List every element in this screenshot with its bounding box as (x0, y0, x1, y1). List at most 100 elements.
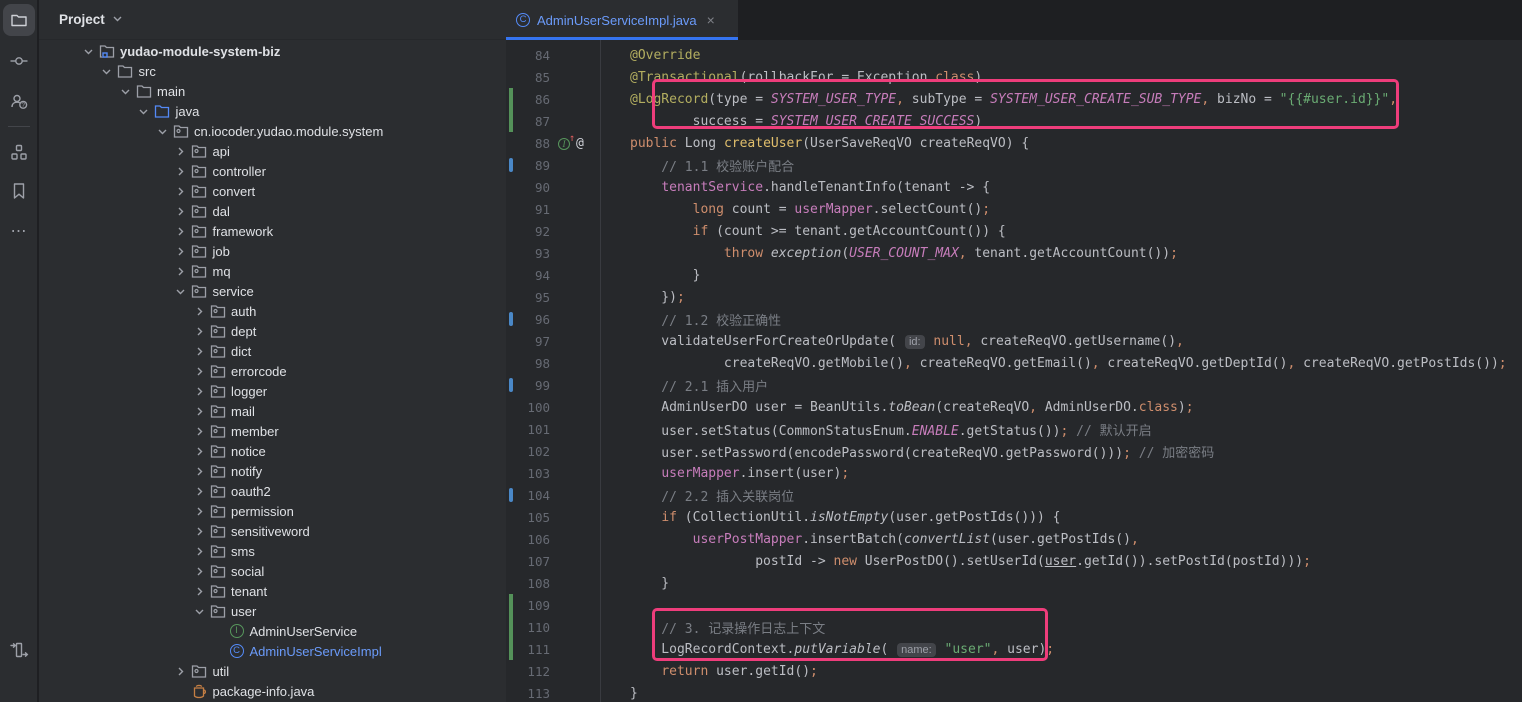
code-line-99[interactable]: 99 // 2.1 插入用户 (506, 374, 1522, 396)
code-line-94[interactable]: 94 } (506, 264, 1522, 286)
tree-item-service[interactable]: service (39, 281, 506, 301)
code-line-111[interactable]: 111 LogRecordContext.putVariable( name: … (506, 638, 1522, 660)
chevron-right-icon[interactable] (172, 266, 190, 277)
code-line-96[interactable]: 96 // 1.2 校验正确性 (506, 308, 1522, 330)
chevron-down-icon[interactable] (135, 106, 153, 117)
tree-item-logger[interactable]: logger (39, 381, 506, 401)
vcs-modified-marker[interactable] (509, 312, 513, 326)
tree-item-util[interactable]: util (39, 661, 506, 681)
tree-item-permission[interactable]: permission (39, 501, 506, 521)
bookmarks-icon[interactable] (3, 175, 35, 207)
tree-item-job[interactable]: job (39, 241, 506, 261)
commit-icon[interactable] (3, 45, 35, 77)
implements-method-icon[interactable]: I↑ (558, 136, 573, 151)
tree-item-mq[interactable]: mq (39, 261, 506, 281)
project-panel-header[interactable]: Project (39, 0, 506, 40)
code-line-98[interactable]: 98 createReqVO.getMobile(), createReqVO.… (506, 352, 1522, 374)
chevron-right-icon[interactable] (190, 526, 208, 537)
tree-item-framework[interactable]: framework (39, 221, 506, 241)
users-question-icon[interactable]: ? (3, 85, 35, 117)
code-line-105[interactable]: 105 if (CollectionUtil.isNotEmpty(user.g… (506, 506, 1522, 528)
tree-item-social[interactable]: social (39, 561, 506, 581)
code-line-88[interactable]: 88I↑@public Long createUser(UserSaveReqV… (506, 132, 1522, 154)
tree-item-sensitiveword[interactable]: sensitiveword (39, 521, 506, 541)
code-line-100[interactable]: 100 AdminUserDO user = BeanUtils.toBean(… (506, 396, 1522, 418)
vcs-added-marker[interactable] (509, 594, 513, 616)
terminal-toolwindow-icon[interactable] (3, 634, 35, 666)
chevron-right-icon[interactable] (172, 666, 190, 677)
tree-item-cn-iocoder-yudao-module-system[interactable]: cn.iocoder.yudao.module.system (39, 121, 506, 141)
tree-item-convert[interactable]: convert (39, 181, 506, 201)
code-line-91[interactable]: 91 long count = userMapper.selectCount()… (506, 198, 1522, 220)
chevron-right-icon[interactable] (172, 146, 190, 157)
tree-item-java[interactable]: java (39, 101, 506, 121)
tab-adminuserserviceimpl[interactable]: C AdminUserServiceImpl.java × (506, 0, 738, 40)
chevron-right-icon[interactable] (190, 346, 208, 357)
tree-item-notice[interactable]: notice (39, 441, 506, 461)
chevron-right-icon[interactable] (190, 366, 208, 377)
code-line-85[interactable]: 85@Transactional(rollbackFor = Exception… (506, 66, 1522, 88)
code-area[interactable]: 84@Override85@Transactional(rollbackFor … (506, 40, 1522, 702)
code-line-113[interactable]: 113} (506, 682, 1522, 702)
code-line-86[interactable]: 86@LogRecord(type = SYSTEM_USER_TYPE, su… (506, 88, 1522, 110)
chevron-down-icon[interactable] (112, 12, 123, 27)
code-line-84[interactable]: 84@Override (506, 44, 1522, 66)
vcs-modified-marker[interactable] (509, 488, 513, 502)
tree-item-mail[interactable]: mail (39, 401, 506, 421)
tree-item-package-info-java[interactable]: package-info.java (39, 681, 506, 701)
vcs-added-marker[interactable] (509, 638, 513, 660)
chevron-right-icon[interactable] (172, 186, 190, 197)
tree-item-dal[interactable]: dal (39, 201, 506, 221)
chevron-right-icon[interactable] (172, 246, 190, 257)
chevron-right-icon[interactable] (190, 426, 208, 437)
chevron-right-icon[interactable] (190, 446, 208, 457)
code-line-90[interactable]: 90 tenantService.handleTenantInfo(tenant… (506, 176, 1522, 198)
chevron-right-icon[interactable] (172, 166, 190, 177)
vcs-added-marker[interactable] (509, 88, 513, 110)
chevron-right-icon[interactable] (172, 206, 190, 217)
tree-item-adminuserserviceimpl[interactable]: CAdminUserServiceImpl (39, 641, 506, 661)
project-folder-icon[interactable] (3, 4, 35, 36)
annotated-icon[interactable]: @ (576, 136, 584, 151)
tree-item-member[interactable]: member (39, 421, 506, 441)
vcs-added-marker[interactable] (509, 110, 513, 132)
chevron-down-icon[interactable] (172, 286, 190, 297)
tree-item-dict[interactable]: dict (39, 341, 506, 361)
vcs-modified-marker[interactable] (509, 158, 513, 172)
code-line-107[interactable]: 107 postId -> new UserPostDO().setUserId… (506, 550, 1522, 572)
tree-item-api[interactable]: api (39, 141, 506, 161)
chevron-right-icon[interactable] (190, 546, 208, 557)
code-line-104[interactable]: 104 // 2.2 插入关联岗位 (506, 484, 1522, 506)
tab-close-icon[interactable]: × (707, 12, 715, 28)
code-line-103[interactable]: 103 userMapper.insert(user); (506, 462, 1522, 484)
vcs-added-marker[interactable] (509, 616, 513, 638)
chevron-right-icon[interactable] (190, 386, 208, 397)
chevron-right-icon[interactable] (190, 506, 208, 517)
code-line-106[interactable]: 106 userPostMapper.insertBatch(convertLi… (506, 528, 1522, 550)
tree-item-notify[interactable]: notify (39, 461, 506, 481)
tree-item-yudao-module-system-biz[interactable]: yudao-module-system-biz (39, 41, 506, 61)
chevron-right-icon[interactable] (190, 306, 208, 317)
code-line-109[interactable]: 109 (506, 594, 1522, 616)
code-line-92[interactable]: 92 if (count >= tenant.getAccountCount()… (506, 220, 1522, 242)
chevron-right-icon[interactable] (190, 326, 208, 337)
tree-item-oauth2[interactable]: oauth2 (39, 481, 506, 501)
code-line-112[interactable]: 112 return user.getId(); (506, 660, 1522, 682)
more-tool-windows-icon[interactable]: ⋯ (3, 215, 35, 247)
chevron-right-icon[interactable] (190, 486, 208, 497)
tree-item-main[interactable]: main (39, 81, 506, 101)
tree-item-tenant[interactable]: tenant (39, 581, 506, 601)
tree-item-sms[interactable]: sms (39, 541, 506, 561)
chevron-right-icon[interactable] (190, 466, 208, 477)
code-line-102[interactable]: 102 user.setPassword(encodePassword(crea… (506, 440, 1522, 462)
chevron-down-icon[interactable] (79, 46, 97, 57)
tree-item-src[interactable]: src (39, 61, 506, 81)
tree-item-dept[interactable]: dept (39, 321, 506, 341)
chevron-right-icon[interactable] (190, 406, 208, 417)
code-line-108[interactable]: 108 } (506, 572, 1522, 594)
chevron-right-icon[interactable] (172, 226, 190, 237)
chevron-right-icon[interactable] (190, 586, 208, 597)
chevron-down-icon[interactable] (116, 86, 134, 97)
structure-icon[interactable] (3, 136, 35, 168)
chevron-down-icon[interactable] (98, 66, 116, 77)
